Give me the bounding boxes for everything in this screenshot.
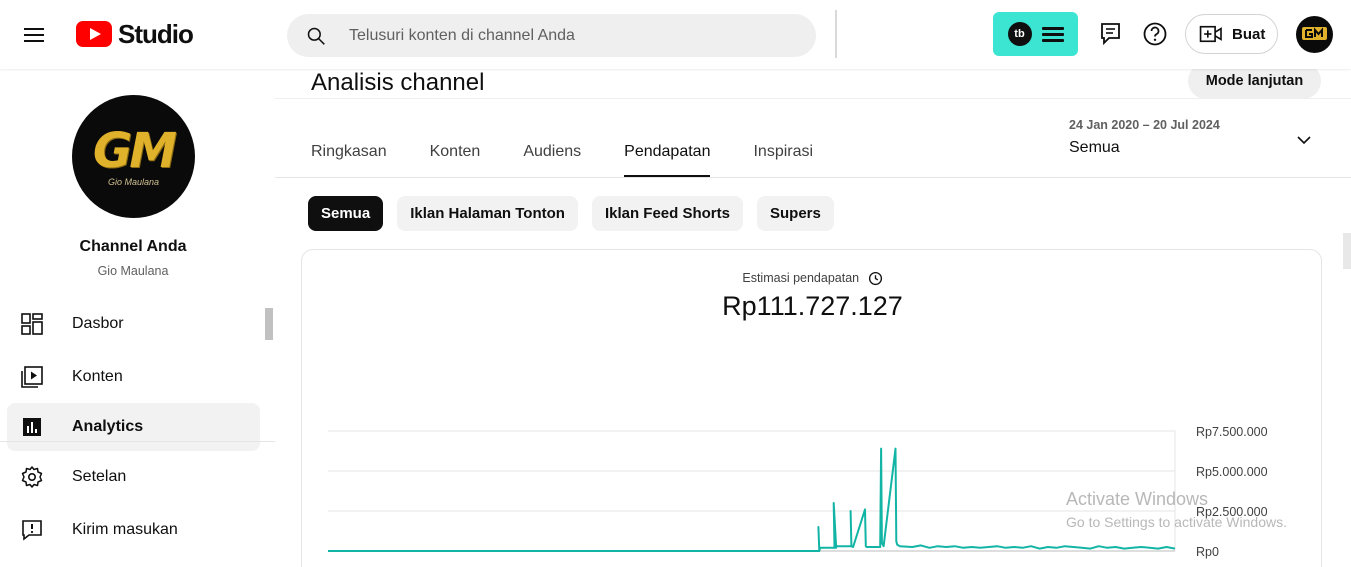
create-button[interactable]: Buat <box>1185 14 1278 54</box>
chip-supers[interactable]: Supers <box>757 196 834 231</box>
search-icon[interactable] <box>306 26 326 46</box>
chip-iklan-halaman-tonton[interactable]: Iklan Halaman Tonton <box>397 196 578 231</box>
sidebar-item-label: Analytics <box>72 418 144 435</box>
channel-avatar[interactable]: GM Gio Maulana <box>72 95 195 218</box>
sidebar-item-konten[interactable]: Konten <box>7 353 260 401</box>
chip-iklan-feed-shorts[interactable]: Iklan Feed Shorts <box>591 196 743 231</box>
activate-windows-title: Activate Windows <box>1066 489 1209 509</box>
y-tick-label: Rp0 <box>1196 545 1219 559</box>
create-label: Buat <box>1232 25 1266 43</box>
sidebar-item-label: Kirim masukan <box>72 521 178 538</box>
sidebar-item-label: Konten <box>72 368 123 385</box>
header-divider <box>835 10 837 58</box>
hamburger-icon[interactable] <box>19 20 49 50</box>
sidebar-item-label: Setelan <box>72 468 127 485</box>
top-bar: Studio tb Buat <box>0 0 1351 69</box>
video-plus-icon <box>1199 25 1222 43</box>
title-divider <box>275 98 1351 99</box>
analytics-tabs: Ringkasan Konten Audiens Pendapatan Insp… <box>311 143 856 177</box>
page-scrollbar[interactable] <box>1343 233 1351 269</box>
analytics-icon <box>23 418 41 436</box>
search-bar[interactable] <box>287 14 816 57</box>
tubebuddy-button[interactable]: tb <box>993 12 1078 56</box>
gear-icon <box>21 466 43 488</box>
tab-pendapatan[interactable]: Pendapatan <box>624 143 711 177</box>
avatar-logo-icon <box>1296 16 1333 53</box>
youtube-logo-icon <box>76 21 112 47</box>
channel-logo: GM <box>92 122 177 179</box>
channel-name: Gio Maulana <box>97 264 169 278</box>
date-range-value[interactable]: Semua <box>1069 139 1120 157</box>
sidebar-item-kirim-masukan[interactable]: Kirim masukan <box>7 506 260 554</box>
help-icon[interactable] <box>1141 20 1169 48</box>
account-avatar[interactable] <box>1296 16 1333 53</box>
y-tick-label: Rp5.000.000 <box>1196 465 1268 479</box>
tab-konten[interactable]: Konten <box>430 143 481 177</box>
feedback-icon <box>22 520 42 541</box>
sidebar-scrollbar[interactable] <box>265 308 273 340</box>
activate-windows-subtitle: Go to Settings to activate Windows. <box>1066 514 1287 530</box>
content-icon <box>21 366 43 388</box>
studio-logo[interactable]: Studio <box>76 18 194 50</box>
tab-ringkasan[interactable]: Ringkasan <box>311 143 387 177</box>
filter-chips: Semua Iklan Halaman Tonton Iklan Feed Sh… <box>308 196 834 231</box>
menu-lines-icon <box>1041 26 1064 42</box>
date-range[interactable]: 24 Jan 2020 – 20 Jul 2024 <box>1069 118 1220 132</box>
page-title: Analisis channel <box>311 69 485 96</box>
tab-inspirasi[interactable]: Inspirasi <box>753 143 813 177</box>
sidebar-item-setelan[interactable]: Setelan <box>7 453 260 501</box>
studio-label: Studio <box>118 18 194 49</box>
channel-title: Channel Anda <box>79 238 187 255</box>
chip-semua[interactable]: Semua <box>308 196 384 231</box>
feedback-icon[interactable] <box>1097 20 1125 48</box>
tabs-divider <box>275 177 1351 178</box>
tubebuddy-icon: tb <box>1007 22 1032 46</box>
search-input[interactable] <box>349 26 789 45</box>
channel-logo-subtitle: Gio Maulana <box>107 176 160 187</box>
y-tick-label: Rp7.500.000 <box>1196 425 1268 439</box>
tab-audiens[interactable]: Audiens <box>523 143 581 177</box>
sidebar-item-dasbor[interactable]: Dasbor <box>7 300 260 348</box>
sidebar-item-label: Dasbor <box>72 315 124 332</box>
revenue-series-line[interactable] <box>328 447 1176 552</box>
dashboard-icon <box>21 313 43 335</box>
chevron-down-icon[interactable] <box>1296 132 1312 148</box>
sidebar-item-analytics[interactable]: Analytics <box>7 403 260 451</box>
sidebar: GM Gio Maulana Channel Anda Gio Maulana … <box>0 69 275 567</box>
sidebar-divider <box>0 441 275 442</box>
